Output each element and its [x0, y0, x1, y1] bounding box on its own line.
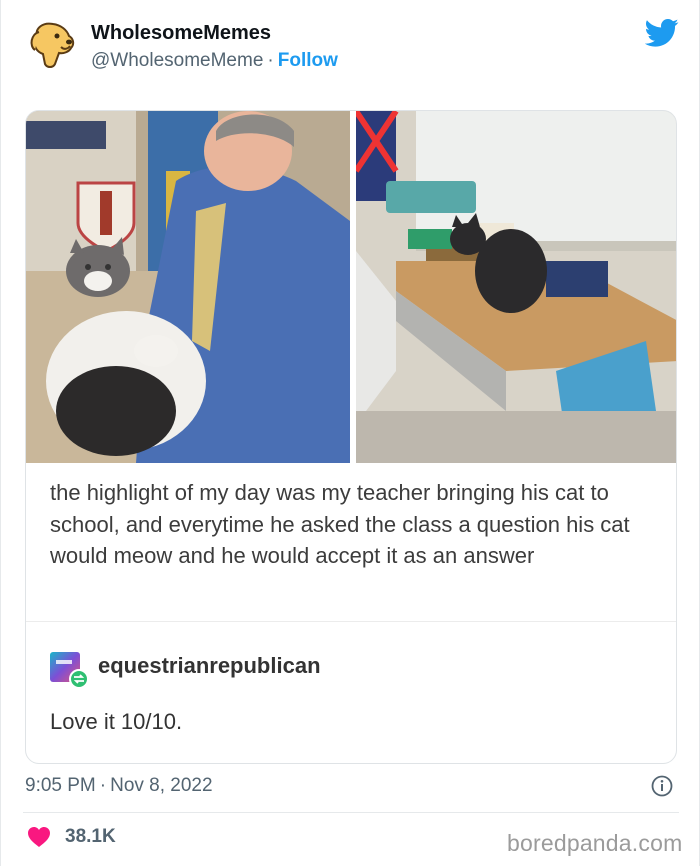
info-icon[interactable]	[651, 775, 673, 797]
follow-button[interactable]: Follow	[278, 50, 338, 71]
embedded-post[interactable]: the highlight of my day was my teacher b…	[25, 110, 677, 764]
reblog-comment: Love it 10/10.	[50, 709, 183, 734]
watermark: boredpanda.com	[507, 830, 683, 856]
photo-cat-on-desk[interactable]	[356, 111, 676, 463]
tweet-date: Nov 8, 2022	[110, 775, 213, 796]
heart-icon[interactable]	[27, 826, 51, 848]
like-count[interactable]: 38.1K	[65, 826, 116, 848]
tweet-card: WholesomeMemes @WholesomeMeme · Follow t…	[0, 0, 700, 866]
footer-divider	[23, 812, 679, 813]
post-text: the highlight of my day was my teacher b…	[50, 480, 630, 568]
photo-teacher-with-cat[interactable]	[26, 111, 350, 463]
author-meta: @WholesomeMeme · Follow	[91, 50, 338, 72]
tweet-timestamp[interactable]: 9:05 PM · Nov 8, 2022	[25, 775, 213, 797]
post-divider	[26, 621, 676, 622]
twitter-bird-icon[interactable]	[644, 18, 679, 48]
separator: ·	[267, 50, 274, 71]
author-name[interactable]: WholesomeMemes	[91, 22, 271, 45]
reblog-username[interactable]: equestrianrepublican	[98, 653, 321, 679]
dog-avatar-icon[interactable]	[23, 16, 81, 74]
timestamp-separator: ·	[99, 775, 107, 796]
blog-avatar-icon[interactable]	[48, 648, 90, 690]
author-handle[interactable]: @WholesomeMeme	[91, 50, 263, 71]
tweet-time: 9:05 PM	[25, 775, 96, 796]
